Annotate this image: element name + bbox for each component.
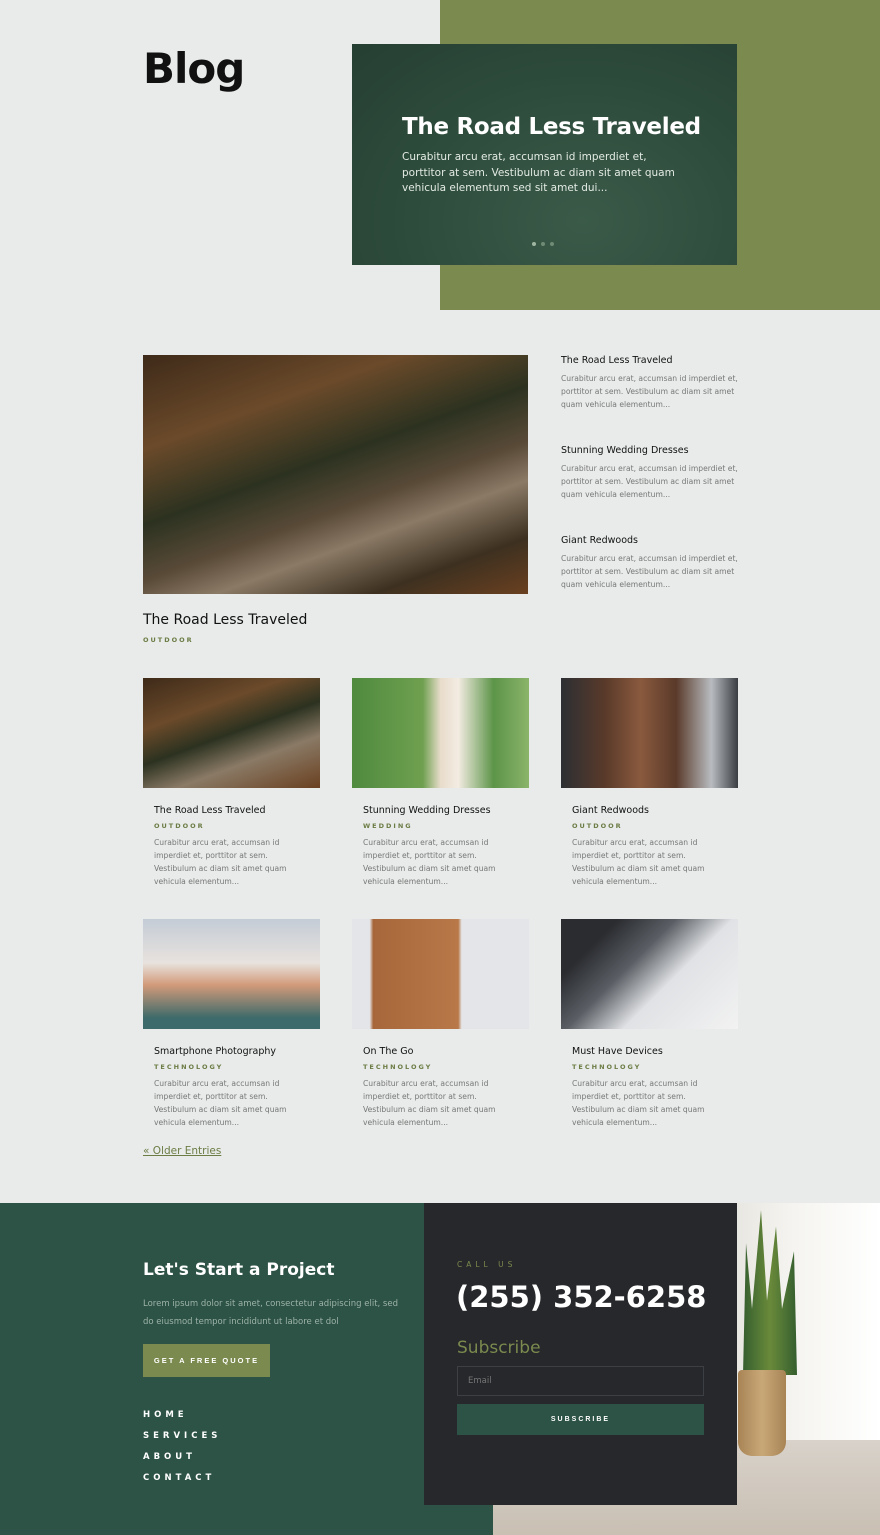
sidebar-post: Giant Redwoods Curabitur arcu erat, accu… <box>561 535 741 591</box>
featured-post-image[interactable] <box>143 355 528 594</box>
post-excerpt: Curabitur arcu erat, accumsan id imperdi… <box>572 838 705 886</box>
footer-title: Let's Start a Project <box>143 1260 335 1280</box>
post-tag[interactable]: TECHNOLOGY <box>154 1063 309 1071</box>
post-image[interactable] <box>352 678 529 788</box>
post-excerpt: Curabitur arcu erat, accumsan id imperdi… <box>363 1079 496 1127</box>
post-image[interactable] <box>143 678 320 788</box>
sidebar-post-title[interactable]: Stunning Wedding Dresses <box>561 445 741 456</box>
post-image[interactable] <box>352 919 529 1029</box>
older-entries-link[interactable]: « Older Entries <box>143 1145 221 1157</box>
footer-nav-contact[interactable]: CONTACT <box>143 1473 215 1483</box>
featured-post-title[interactable]: The Road Less Traveled <box>143 612 307 628</box>
footer-nav-home[interactable]: HOME <box>143 1410 188 1420</box>
post-image[interactable] <box>143 919 320 1029</box>
post-tag[interactable]: TECHNOLOGY <box>363 1063 518 1071</box>
page-title: Blog <box>143 44 245 93</box>
post-excerpt: Curabitur arcu erat, accumsan id imperdi… <box>154 838 287 886</box>
post-card: Giant Redwoods OUTDOOR Curabitur arcu er… <box>561 678 738 888</box>
slider-dot-3[interactable] <box>550 242 554 246</box>
slider-dot-2[interactable] <box>541 242 545 246</box>
sidebar-post-excerpt: Curabitur arcu erat, accumsan id imperdi… <box>561 554 738 589</box>
call-us-label: CALL US <box>457 1260 517 1269</box>
post-tag[interactable]: OUTDOOR <box>572 822 727 830</box>
post-excerpt: Curabitur arcu erat, accumsan id imperdi… <box>154 1079 287 1127</box>
post-title[interactable]: Giant Redwoods <box>572 805 727 816</box>
sidebar-post-excerpt: Curabitur arcu erat, accumsan id imperdi… <box>561 374 738 409</box>
post-card: Smartphone Photography TECHNOLOGY Curabi… <box>143 919 320 1129</box>
post-title[interactable]: Smartphone Photography <box>154 1046 309 1057</box>
post-tag[interactable]: OUTDOOR <box>154 822 309 830</box>
hero-excerpt: Curabitur arcu erat, accumsan id imperdi… <box>402 151 675 194</box>
post-tag[interactable]: WEDDING <box>363 822 518 830</box>
post-card: Stunning Wedding Dresses WEDDING Curabit… <box>352 678 529 888</box>
post-excerpt: Curabitur arcu erat, accumsan id imperdi… <box>363 838 496 886</box>
post-card: On The Go TECHNOLOGY Curabitur arcu erat… <box>352 919 529 1129</box>
plant-pot <box>738 1370 786 1456</box>
phone-number[interactable]: (255) 352-6258 <box>456 1280 706 1314</box>
post-card: The Road Less Traveled OUTDOOR Curabitur… <box>143 678 320 888</box>
footer-text: Lorem ipsum dolor sit amet, consectetur … <box>143 1299 398 1327</box>
footer-nav-about[interactable]: ABOUT <box>143 1452 196 1462</box>
slider-dots <box>532 242 554 246</box>
post-image[interactable] <box>561 678 738 788</box>
post-title[interactable]: On The Go <box>363 1046 518 1057</box>
sidebar-post-title[interactable]: Giant Redwoods <box>561 535 741 546</box>
email-input[interactable] <box>457 1366 704 1396</box>
featured-post-tag[interactable]: OUTDOOR <box>143 636 194 644</box>
sidebar-post: The Road Less Traveled Curabitur arcu er… <box>561 355 741 411</box>
subscribe-title: Subscribe <box>457 1338 541 1358</box>
post-tag[interactable]: TECHNOLOGY <box>572 1063 727 1071</box>
subscribe-button[interactable]: SUBSCRIBE <box>457 1404 704 1435</box>
sidebar-post: Stunning Wedding Dresses Curabitur arcu … <box>561 445 741 501</box>
hero-title[interactable]: The Road Less Traveled <box>402 114 701 140</box>
hero-slider[interactable]: The Road Less Traveled Curabitur arcu er… <box>352 44 737 265</box>
get-quote-button[interactable]: GET A FREE QUOTE <box>143 1344 270 1377</box>
footer-nav-services[interactable]: SERVICES <box>143 1431 221 1441</box>
post-image[interactable] <box>561 919 738 1029</box>
sidebar-post-excerpt: Curabitur arcu erat, accumsan id imperdi… <box>561 464 738 499</box>
sidebar-post-title[interactable]: The Road Less Traveled <box>561 355 741 366</box>
post-title[interactable]: The Road Less Traveled <box>154 805 309 816</box>
post-title[interactable]: Stunning Wedding Dresses <box>363 805 518 816</box>
slider-dot-1[interactable] <box>532 242 536 246</box>
post-excerpt: Curabitur arcu erat, accumsan id imperdi… <box>572 1079 705 1127</box>
post-title[interactable]: Must Have Devices <box>572 1046 727 1057</box>
post-card: Must Have Devices TECHNOLOGY Curabitur a… <box>561 919 738 1129</box>
